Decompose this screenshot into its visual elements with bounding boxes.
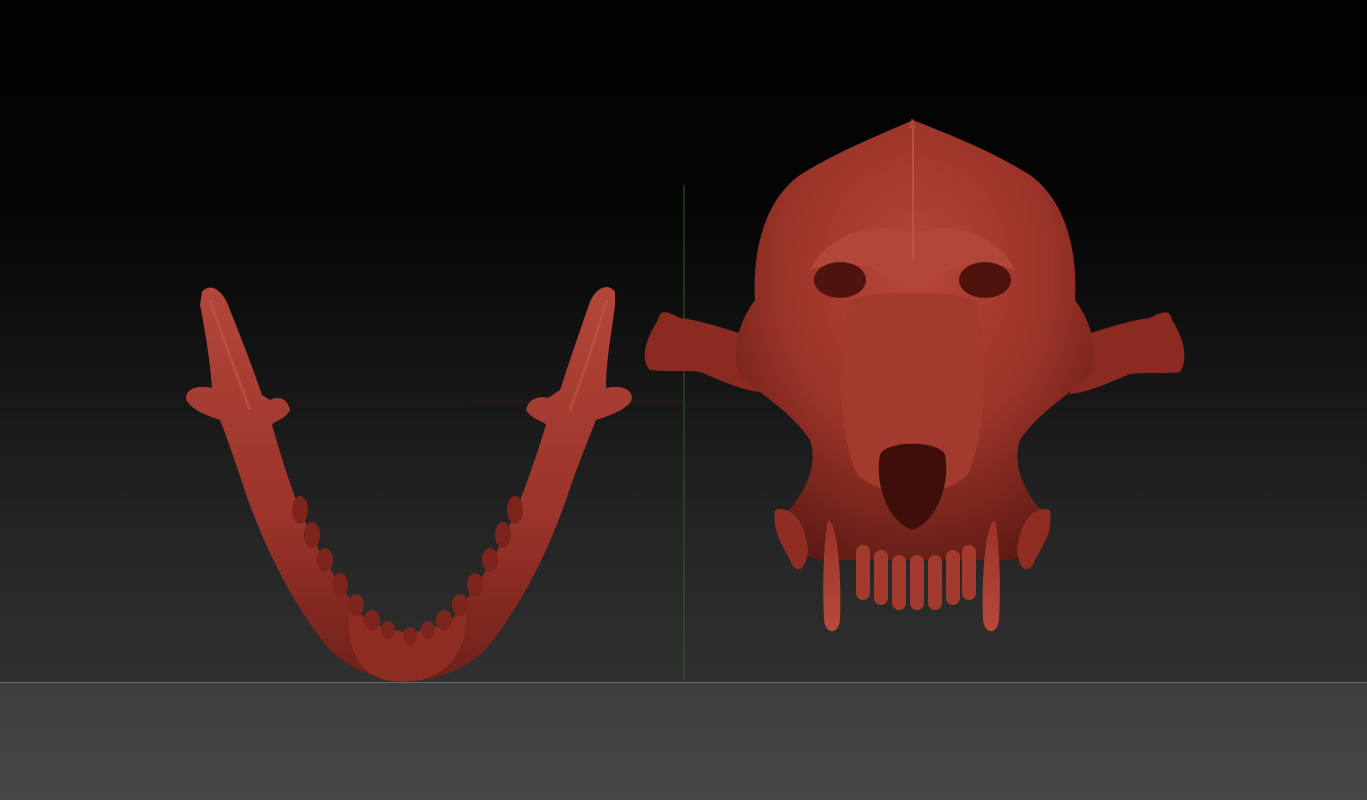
scene-render	[186, 118, 1185, 682]
skull-right-orbit	[959, 262, 1011, 298]
mandible-model[interactable]	[186, 287, 632, 682]
3d-viewport[interactable]	[0, 0, 1367, 800]
skull-model[interactable]	[644, 118, 1185, 632]
skull-left-orbit	[814, 262, 866, 298]
